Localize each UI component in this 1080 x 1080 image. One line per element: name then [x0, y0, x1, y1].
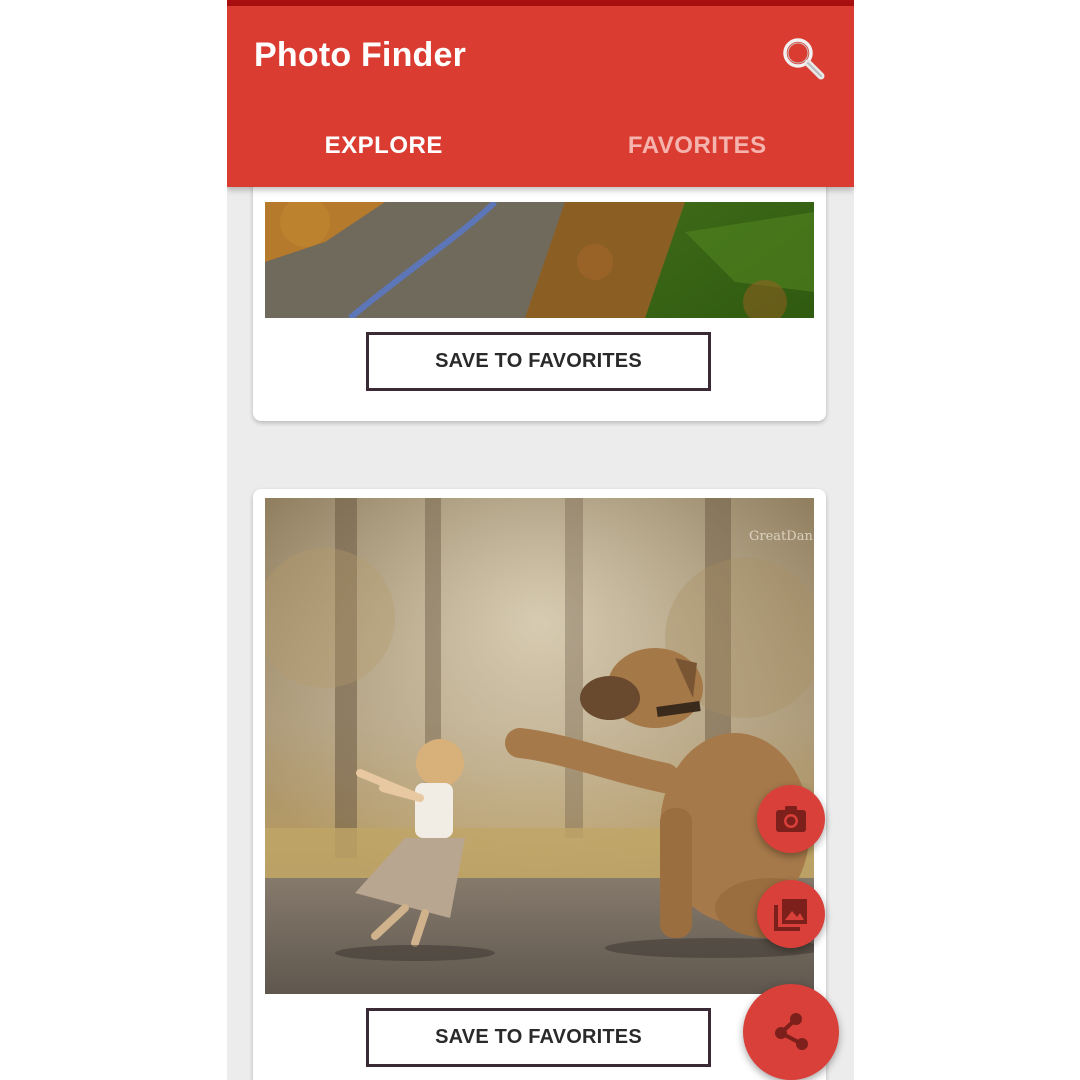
- gallery-fab-button[interactable]: [757, 880, 825, 948]
- autumn-road-photo[interactable]: [265, 202, 814, 318]
- gallery-icon: [774, 899, 807, 931]
- app-bar: Photo Finder EXPLORE FAVORITES: [227, 6, 854, 187]
- tab-explore[interactable]: EXPLORE: [227, 116, 541, 187]
- photo-watermark: GreatDan: [749, 529, 813, 544]
- child-and-great-dane-photo[interactable]: GreatDan: [265, 498, 814, 994]
- photo-card: GreatDan SAVE TO FAVORITES: [253, 489, 826, 1080]
- camera-fab-button[interactable]: [757, 785, 825, 853]
- save-to-favorites-button[interactable]: SAVE TO FAVORITES: [366, 332, 711, 391]
- photo-card: SAVE TO FAVORITES: [253, 168, 826, 421]
- search-icon: [783, 38, 825, 80]
- search-button[interactable]: [779, 34, 829, 84]
- share-icon: [775, 1013, 808, 1050]
- save-to-favorites-button[interactable]: SAVE TO FAVORITES: [366, 1008, 711, 1067]
- tab-favorites[interactable]: FAVORITES: [541, 116, 855, 187]
- app-title: Photo Finder: [254, 36, 467, 74]
- camera-icon: [776, 806, 806, 832]
- app-screen: Photo Finder EXPLORE FAVORITES SAVE TO F…: [227, 0, 854, 1080]
- tab-bar: EXPLORE FAVORITES: [227, 116, 854, 187]
- share-fab-button[interactable]: [743, 984, 839, 1080]
